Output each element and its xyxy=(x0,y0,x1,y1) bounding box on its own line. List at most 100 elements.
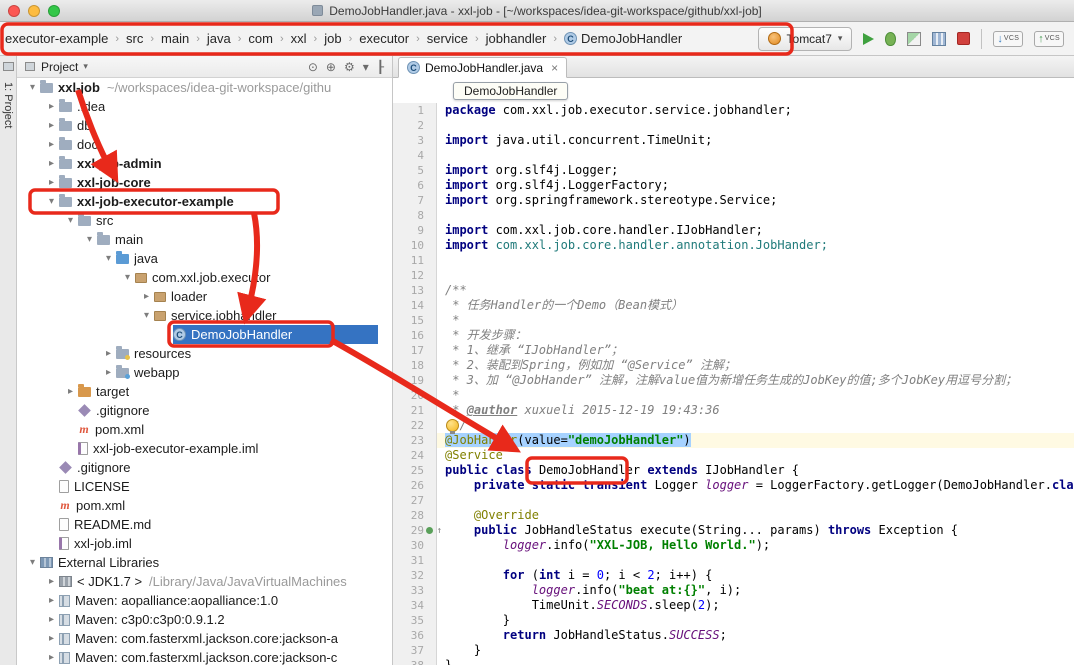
collapse-all-icon[interactable]: ⊙ xyxy=(308,60,318,74)
code-line-32[interactable]: 32 for (int i = 0; i < 2; i++) { xyxy=(393,568,1074,583)
breadcrumb-item-java[interactable]: java xyxy=(205,30,233,47)
code-line-25[interactable]: 25public class DemoJobHandler extends IJ… xyxy=(393,463,1074,478)
tool-window-icon[interactable] xyxy=(3,62,14,71)
code-line-30[interactable]: 30 logger.info("XXL-JOB, Hello World."); xyxy=(393,538,1074,553)
vcs-update-icon[interactable]: ↓VCS xyxy=(993,31,1023,47)
vcs-push-icon[interactable]: ↑VCS xyxy=(1034,31,1064,47)
chevron-expanded-icon[interactable]: ▾ xyxy=(25,557,40,568)
tree-item-maven-c3p0-c3p0-0-9-1-2[interactable]: ▸Maven: c3p0:c3p0:0.9.1.2 xyxy=(17,610,392,629)
tab-demojobhandler-java[interactable]: C DemoJobHandler.java × xyxy=(398,57,567,78)
code-line-5[interactable]: 5import org.slf4j.Logger; xyxy=(393,163,1074,178)
tree-item-xxl-job-iml[interactable]: xxl-job.iml xyxy=(17,534,392,553)
code-line-21[interactable]: 21 * @author xuxueli 2015-12-19 19:43:36 xyxy=(393,403,1074,418)
code-line-11[interactable]: 11 xyxy=(393,253,1074,268)
tree-item-pom-xml[interactable]: pom.xml xyxy=(17,420,392,439)
code-line-33[interactable]: 33 logger.info("beat at:{}", i); xyxy=(393,583,1074,598)
chevron-collapsed-icon[interactable]: ▸ xyxy=(44,614,59,625)
breadcrumb-chip[interactable]: DemoJobHandler xyxy=(453,82,568,100)
chevron-collapsed-icon[interactable]: ▸ xyxy=(101,367,116,378)
tree-item-maven-com-fasterxml-jackson-core-jackson-c[interactable]: ▸Maven: com.fasterxml.jackson.core:jacks… xyxy=(17,648,392,665)
code-line-14[interactable]: 14 * 任务Handler的一个Demo（Bean模式） xyxy=(393,298,1074,313)
tree-item-external-libraries[interactable]: ▾External Libraries xyxy=(17,553,392,572)
code-line-36[interactable]: 36 return JobHandleStatus.SUCCESS; xyxy=(393,628,1074,643)
tree-item-demojobhandler[interactable]: CDemoJobHandler xyxy=(17,325,392,344)
breadcrumb-item-executor[interactable]: executor xyxy=(357,30,411,47)
breadcrumb-item-xxl[interactable]: xxl xyxy=(289,30,309,47)
code-line-7[interactable]: 7import org.springframework.stereotype.S… xyxy=(393,193,1074,208)
close-window-button[interactable] xyxy=(8,5,20,17)
chevron-collapsed-icon[interactable]: ▸ xyxy=(44,101,59,112)
chevron-collapsed-icon[interactable]: ▸ xyxy=(44,595,59,606)
chevron-collapsed-icon[interactable]: ▸ xyxy=(44,177,59,188)
chevron-expanded-icon[interactable]: ▾ xyxy=(139,310,154,321)
tree-item-xxl-job-core[interactable]: ▸xxl-job-core xyxy=(17,173,392,192)
code-line-1[interactable]: 1package com.xxl.job.executor.service.jo… xyxy=(393,103,1074,118)
project-tool-window-button[interactable]: 1: Project xyxy=(2,82,14,128)
chevron-down-icon[interactable]: ▾ xyxy=(363,60,369,74)
code-line-6[interactable]: 6import org.slf4j.LoggerFactory; xyxy=(393,178,1074,193)
intention-bulb-icon[interactable] xyxy=(446,419,459,432)
code-line-17[interactable]: 17 * 1、继承 “IJobHandler”； xyxy=(393,343,1074,358)
tree-item-xxl-job[interactable]: ▾xxl-job~/workspaces/idea-git-workspace/… xyxy=(17,78,392,97)
tree-item-src[interactable]: ▾src xyxy=(17,211,392,230)
tree-item-xxl-job-executor-example[interactable]: ▾xxl-job-executor-example xyxy=(17,192,392,211)
code-line-19[interactable]: 19 * 3、加 “@JobHander” 注解，注解value值为新增任务生成… xyxy=(393,373,1074,388)
dashboard-icon[interactable] xyxy=(932,32,946,46)
run-config-combo[interactable]: Tomcat7▾ xyxy=(758,27,853,51)
code-line-38[interactable]: 38} xyxy=(393,658,1074,665)
code-line-10[interactable]: 10import com.xxl.job.core.handler.annota… xyxy=(393,238,1074,253)
code-line-13[interactable]: 13/** xyxy=(393,283,1074,298)
tree-item-loader[interactable]: ▸loader xyxy=(17,287,392,306)
code-line-34[interactable]: 34 TimeUnit.SECONDS.sleep(2); xyxy=(393,598,1074,613)
code-line-16[interactable]: 16 * 开发步骤： xyxy=(393,328,1074,343)
tree-item-maven-aopalliance-aopalliance-1-0[interactable]: ▸Maven: aopalliance:aopalliance:1.0 xyxy=(17,591,392,610)
chevron-collapsed-icon[interactable]: ▸ xyxy=(44,158,59,169)
scroll-from-source-icon[interactable]: ⊕ xyxy=(326,60,336,74)
coverage-icon[interactable] xyxy=(907,32,921,46)
stop-icon[interactable] xyxy=(957,32,970,45)
debug-icon[interactable] xyxy=(885,32,896,46)
chevron-expanded-icon[interactable]: ▾ xyxy=(120,272,135,283)
tree-item-gitignore[interactable]: .gitignore xyxy=(17,401,392,420)
tree-item-com-xxl-job-executor[interactable]: ▾com.xxl.job.executor xyxy=(17,268,392,287)
breadcrumb-item-demojobhandler[interactable]: CDemoJobHandler xyxy=(562,30,684,47)
tree-item-maven-com-fasterxml-jackson-core-jackson-a[interactable]: ▸Maven: com.fasterxml.jackson.core:jacks… xyxy=(17,629,392,648)
tree-item-readme-md[interactable]: README.md xyxy=(17,515,392,534)
tree-item-xxl-job-admin[interactable]: ▸xxl-job-admin xyxy=(17,154,392,173)
tree-item-java[interactable]: ▾java xyxy=(17,249,392,268)
chevron-expanded-icon[interactable]: ▾ xyxy=(82,234,97,245)
zoom-window-button[interactable] xyxy=(48,5,60,17)
code-line-15[interactable]: 15 * xyxy=(393,313,1074,328)
breadcrumb-item-com[interactable]: com xyxy=(246,30,275,47)
close-icon[interactable]: × xyxy=(551,61,558,75)
tree-item-main[interactable]: ▾main xyxy=(17,230,392,249)
code-line-8[interactable]: 8 xyxy=(393,208,1074,223)
tree-item-target[interactable]: ▸target xyxy=(17,382,392,401)
tree-item-service-jobhandler[interactable]: ▾service.jobhandler xyxy=(17,306,392,325)
breadcrumb-item-job[interactable]: job xyxy=(322,30,343,47)
code-line-31[interactable]: 31 xyxy=(393,553,1074,568)
tree-item-license[interactable]: LICENSE xyxy=(17,477,392,496)
breadcrumb-item-jobhandler[interactable]: jobhandler xyxy=(484,30,549,47)
tree-item-jdk1-7[interactable]: ▸< JDK1.7 >/Library/Java/JavaVirtualMach… xyxy=(17,572,392,591)
code-line-3[interactable]: 3import java.util.concurrent.TimeUnit; xyxy=(393,133,1074,148)
tree-item-idea[interactable]: ▸.idea xyxy=(17,97,392,116)
chevron-collapsed-icon[interactable]: ▸ xyxy=(101,348,116,359)
chevron-collapsed-icon[interactable]: ▸ xyxy=(44,652,59,663)
chevron-collapsed-icon[interactable]: ▸ xyxy=(44,576,59,587)
minimize-window-button[interactable] xyxy=(28,5,40,17)
chevron-collapsed-icon[interactable]: ▸ xyxy=(44,633,59,644)
settings-gear-icon[interactable]: ⚙ xyxy=(344,60,355,74)
code-line-26[interactable]: 26 private static transient Logger logge… xyxy=(393,478,1074,493)
chevron-collapsed-icon[interactable]: ▸ xyxy=(44,139,59,150)
code-line-29[interactable]: 29 public JobHandleStatus execute(String… xyxy=(393,523,1074,538)
code-line-28[interactable]: 28 @Override xyxy=(393,508,1074,523)
breadcrumb-item-service[interactable]: service xyxy=(425,30,470,47)
code-line-20[interactable]: 20 * xyxy=(393,388,1074,403)
tree-item-db[interactable]: ▸db xyxy=(17,116,392,135)
code-line-37[interactable]: 37 } xyxy=(393,643,1074,658)
chevron-collapsed-icon[interactable]: ▸ xyxy=(44,120,59,131)
chevron-expanded-icon[interactable]: ▾ xyxy=(44,196,59,207)
chevron-expanded-icon[interactable]: ▾ xyxy=(25,82,40,93)
hide-panel-icon[interactable]: ┠ xyxy=(377,60,384,74)
